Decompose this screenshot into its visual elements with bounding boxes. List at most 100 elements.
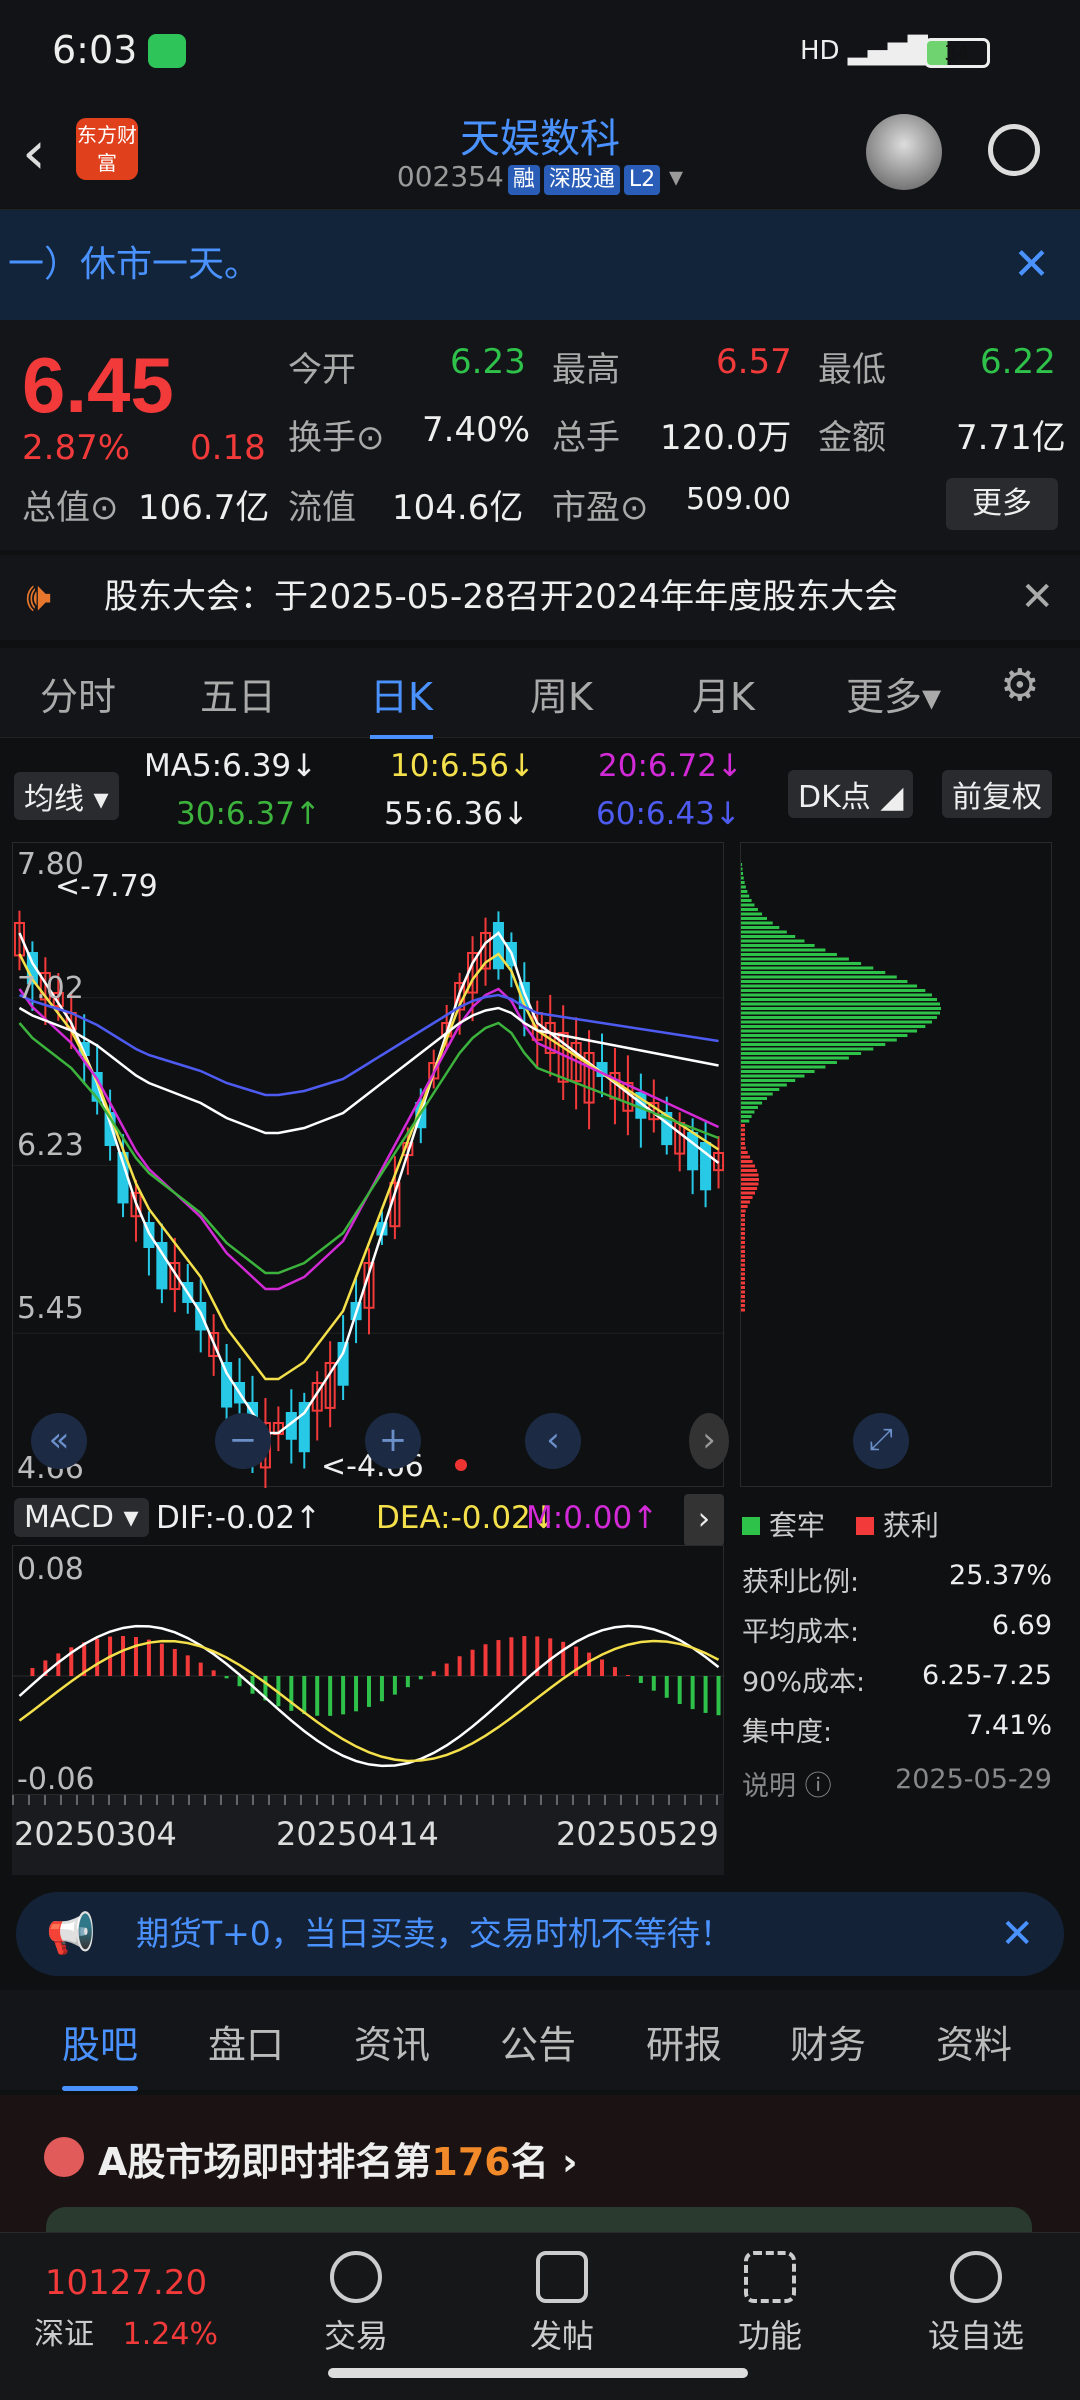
close-icon[interactable]: ✕ [1020,555,1054,640]
chip-bar-red [741,1182,759,1186]
adjust-toggle[interactable]: 前复权 [942,770,1052,818]
macd-bar [444,1663,449,1676]
more-button[interactable]: 更多 [946,478,1058,530]
tab-news[interactable]: 资讯 [354,2014,430,2069]
chip-bar-red [741,1137,745,1141]
macd-bar [457,1656,462,1676]
nav-trade[interactable]: 交易 [286,2251,426,2357]
nav-watchlist[interactable]: 设自选 [906,2251,1046,2357]
chip-bar-green [741,894,750,898]
expand-icon[interactable]: ⤢ [853,1413,909,1469]
tab-profile[interactable]: 资料 [936,2014,1012,2069]
amount-label: 金额 [818,418,886,458]
change-percent: 2.87% [22,428,131,468]
zoom-in-icon[interactable]: + [365,1413,421,1469]
macd-bar [690,1676,695,1710]
assistant-robot-icon[interactable] [866,114,942,190]
chip-bar-green [741,1025,926,1028]
total-value-label[interactable]: 总值⊙ [22,480,119,529]
chip-distribution[interactable]: ⤢ [740,842,1052,1487]
float-value-label: 流值 [288,488,356,528]
date-mid: 20250414 [276,1815,439,1853]
macd-bar [354,1676,359,1712]
chip-bar-red [741,1169,758,1172]
tab-monthly-k[interactable]: 月K [692,666,755,721]
tab-research[interactable]: 研报 [646,2014,722,2069]
rank-text: A股市场即时排名第176名 › [98,2140,578,2184]
chip-bar-green [741,989,926,992]
explain-link[interactable]: 说明 ⓘ [742,1764,832,1803]
macd-chart[interactable]: 0.08 -0.06 [12,1545,725,1797]
chip-bar-red [741,1281,745,1285]
macd-bar [289,1676,294,1711]
stat-label: 集中度: [742,1717,833,1748]
macd-bar [716,1676,721,1716]
chip-bar-green [741,944,815,947]
macd-m: M:0.00↑ [526,1500,659,1536]
macd-bar [224,1676,229,1679]
macd-bar [185,1655,190,1676]
nav-functions[interactable]: 功能 [700,2251,840,2357]
float-value: 104.6亿 [392,488,524,528]
event-dot [455,1459,467,1471]
dk-point-toggle[interactable]: DK点 ◢ [788,770,914,818]
chip-bar-red [741,1155,751,1159]
chip-bar-green [741,885,746,889]
amount-value: 7.71亿 [956,418,1066,458]
ma-toggle[interactable]: 均线 ▾ [14,772,119,820]
close-icon[interactable]: ✕ [1013,210,1050,320]
tab-finance[interactable]: 财务 [790,2014,866,2069]
chip-bar-red [741,1173,759,1177]
macd-bar [133,1637,138,1676]
macd-bar [625,1675,630,1676]
scroll-left-fast-icon[interactable]: « [31,1413,87,1469]
stat-label: 获利比例: [742,1567,860,1598]
chip-bar-red [741,1124,745,1127]
ma55-value: 55:6.36↓ [384,796,529,832]
kline-chart[interactable]: 7.80 7.02 6.23 5.45 4.66 <-7.79 <-4.66 «… [12,842,729,1491]
chip-bar-red [741,1295,745,1298]
chip-bar-green [741,962,862,965]
chip-bar-red [741,1218,745,1222]
macd-bar [341,1676,346,1715]
macd-bar [405,1676,410,1688]
next-indicator-icon[interactable]: › [684,1494,724,1546]
stat-value: 6.69 [991,1610,1052,1641]
tab-announcements[interactable]: 公告 [500,2014,576,2069]
ad-banner[interactable]: 📢 期货T+0，当日买卖，交易时机不等待！ ✕ [16,1892,1064,1976]
date-end: 20250529 [556,1815,719,1853]
macd-bar [651,1676,656,1691]
index-widget[interactable]: 10127.20 深证 1.24% [26,2263,226,2353]
close-icon[interactable]: ✕ [1000,1892,1034,1976]
chip-bar-green [741,1088,780,1091]
tab-weekly-k[interactable]: 周K [530,666,593,721]
tab-intraday[interactable]: 分时 [40,666,116,721]
tab-daily-k[interactable]: 日K [370,666,433,739]
tab-orderbook[interactable]: 盘口 [208,2014,284,2069]
market-notice[interactable]: 一）休市一天。 ✕ [0,210,1080,320]
chip-bar-green [741,957,849,961]
chip-bar-red [741,1142,745,1145]
settings-gear-icon[interactable]: ⚙ [1000,660,1039,711]
index-name: 深证 [34,2317,95,2352]
chip-bar-green [741,876,744,880]
meeting-notice[interactable]: 🕪 股东大会：于2025-05-28召开2024年年度股东大会 ✕ [0,555,1080,640]
chip-bar-green [741,899,752,902]
search-icon[interactable] [988,124,1040,176]
high-label: 最高 [552,350,620,390]
nav-post[interactable]: 发帖 [492,2251,632,2357]
turnover-label[interactable]: 换手⊙ [288,410,385,459]
tab-five-day[interactable]: 五日 [200,666,276,721]
ma30-line [18,1021,719,1275]
chip-bar-green [741,1119,750,1123]
scroll-right-icon[interactable]: › [689,1413,729,1469]
indicator-toggle[interactable]: MACD ▾ [14,1498,149,1537]
tab-forum[interactable]: 股吧 [62,2014,139,2091]
tab-more[interactable]: 更多▾ [846,666,941,721]
zoom-out-icon[interactable]: − [215,1413,271,1469]
scroll-left-icon[interactable]: ‹ [525,1413,581,1469]
stat-value: 25.37% [949,1560,1052,1591]
pe-label[interactable]: 市盈⊙ [552,480,649,529]
rank-banner[interactable]: A股市场即时排名第176名 › [0,2095,1080,2247]
chip-bar-green [741,935,796,938]
